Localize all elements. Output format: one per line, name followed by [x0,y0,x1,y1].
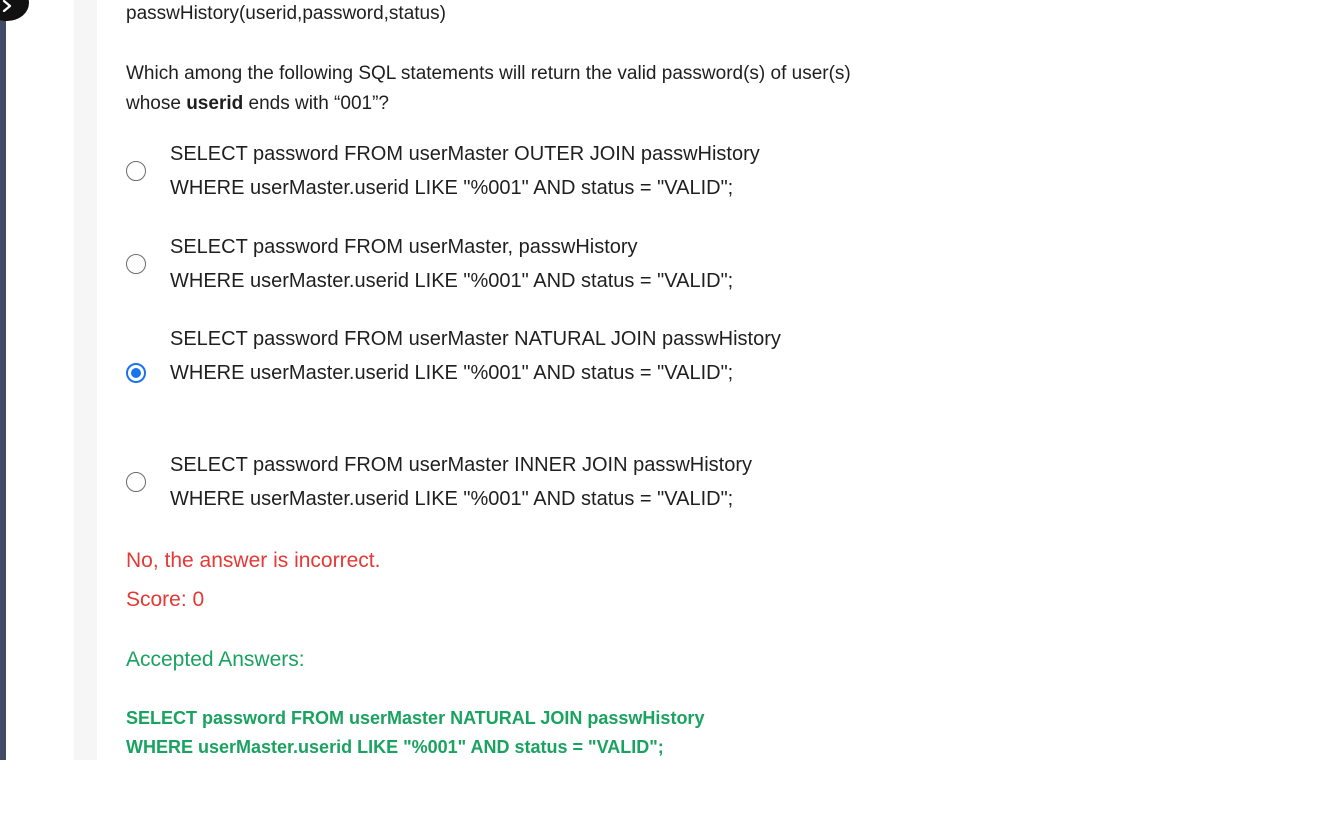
option-2-radio[interactable] [126,254,146,274]
left-sidebar-rail [0,0,6,760]
schema-line: passwHistory(userid,password,status) [126,3,446,24]
option-1-line1: SELECT password FROM userMaster OUTER JO… [170,143,760,165]
accepted-answer: SELECT password FROM userMaster NATURAL … [126,704,704,762]
option-1[interactable]: SELECT password FROM userMaster OUTER JO… [126,137,760,205]
option-2-line1: SELECT password FROM userMaster, passwHi… [170,236,638,258]
option-1-line2: WHERE userMaster.userid LIKE "%001" AND … [170,177,734,199]
option-3-line2: WHERE userMaster.userid LIKE "%001" AND … [170,362,734,384]
option-2-line2: WHERE userMaster.userid LIKE "%001" AND … [170,270,734,292]
accepted-answers-title: Accepted Answers: [126,648,305,671]
accepted-answer-line2: WHERE userMaster.userid LIKE "%001" AND … [126,737,664,757]
question-text: Which among the following SQL statements… [126,59,906,119]
option-4-radio[interactable] [126,472,146,492]
option-4-label[interactable]: SELECT password FROM userMaster INNER JO… [170,448,752,516]
content-gutter [74,0,97,760]
option-3-radio[interactable] [126,363,146,383]
nav-toggle-button[interactable] [0,0,29,21]
option-4-line2: WHERE userMaster.userid LIKE "%001" AND … [170,488,734,510]
option-3[interactable]: SELECT password FROM userMaster NATURAL … [126,322,781,390]
chevron-right-icon [2,0,12,12]
option-2-label[interactable]: SELECT password FROM userMaster, passwHi… [170,230,733,298]
option-2[interactable]: SELECT password FROM userMaster, passwHi… [126,230,733,298]
option-3-line1: SELECT password FROM userMaster NATURAL … [170,328,781,350]
option-4-line1: SELECT password FROM userMaster INNER JO… [170,454,752,476]
accepted-answer-line1: SELECT password FROM userMaster NATURAL … [126,708,705,728]
option-3-label[interactable]: SELECT password FROM userMaster NATURAL … [170,322,781,390]
score-text: Score: 0 [126,588,205,611]
option-4[interactable]: SELECT password FROM userMaster INNER JO… [126,448,752,516]
result-message: No, the answer is incorrect. [126,549,381,572]
option-1-radio[interactable] [126,161,146,181]
question-text-suffix: ends with “001”? [243,93,389,114]
option-1-label[interactable]: SELECT password FROM userMaster OUTER JO… [170,137,760,205]
question-text-bold: userid [186,93,244,114]
